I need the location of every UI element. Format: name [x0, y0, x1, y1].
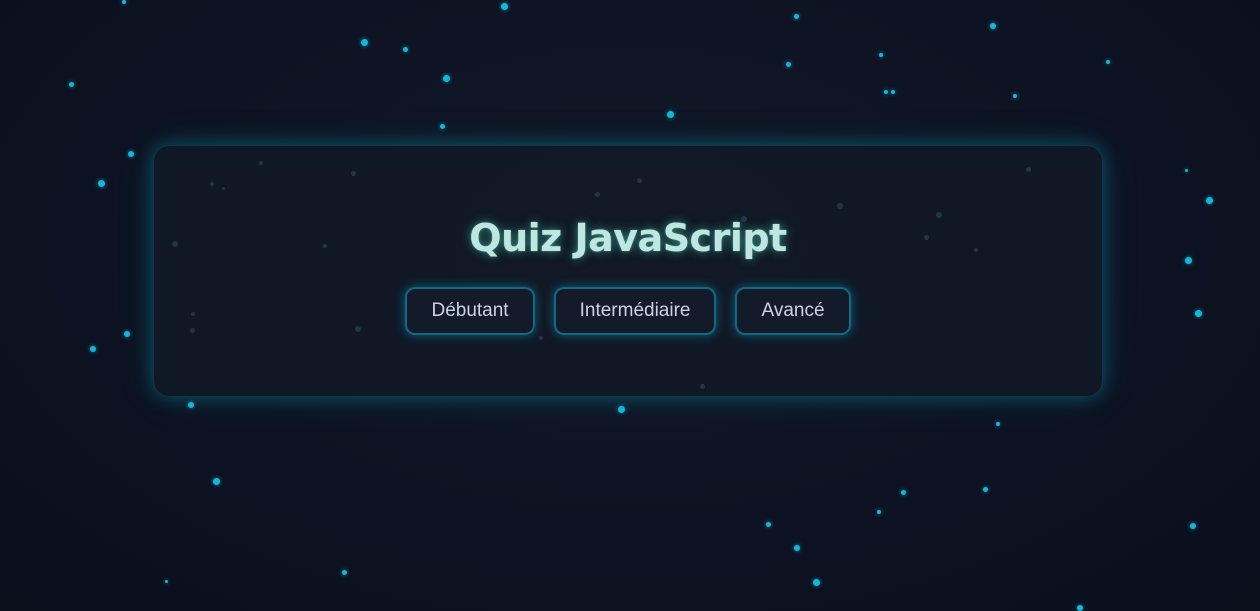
star-particle: [618, 406, 625, 413]
dim-particle: [259, 161, 263, 165]
star-particle: [1190, 523, 1196, 529]
dim-particle: [595, 192, 600, 197]
star-particle: [361, 39, 368, 46]
star-particle: [1106, 60, 1110, 64]
star-particle: [901, 490, 906, 495]
star-particle: [983, 487, 988, 492]
star-particle: [891, 90, 895, 94]
star-particle: [794, 545, 800, 551]
star-particle: [1195, 310, 1202, 317]
star-particle: [1206, 197, 1213, 204]
star-particle: [124, 331, 130, 337]
star-particle: [877, 510, 881, 514]
star-particle: [786, 62, 791, 67]
dim-particle: [700, 384, 705, 389]
star-particle: [440, 124, 445, 129]
star-particle: [879, 53, 883, 57]
star-particle: [884, 90, 888, 94]
star-particle: [766, 522, 771, 527]
level-selector: Débutant Intermédiaire Avancé: [154, 287, 1102, 335]
level-beginner-button[interactable]: Débutant: [405, 287, 535, 335]
star-particle: [1185, 169, 1188, 172]
star-particle: [98, 180, 105, 187]
star-particle: [501, 3, 508, 10]
dim-particle: [222, 187, 225, 190]
star-particle: [213, 478, 220, 485]
star-particle: [667, 111, 674, 118]
star-particle: [1013, 94, 1017, 98]
dim-particle: [351, 171, 356, 176]
star-particle: [165, 580, 168, 583]
star-particle: [443, 75, 450, 82]
quiz-card: Quiz JavaScript Débutant Intermédiaire A…: [153, 145, 1103, 397]
star-particle: [69, 82, 74, 87]
star-particle: [794, 14, 799, 19]
star-particle: [1185, 257, 1192, 264]
star-particle: [342, 570, 347, 575]
dim-particle: [637, 178, 642, 183]
star-particle: [1077, 605, 1083, 611]
star-particle: [90, 346, 96, 352]
dim-particle: [837, 203, 843, 209]
quiz-title: Quiz JavaScript: [469, 216, 787, 260]
dim-particle: [1026, 167, 1031, 172]
level-advanced-button[interactable]: Avancé: [735, 287, 851, 335]
star-particle: [122, 0, 126, 4]
star-particle: [188, 402, 194, 408]
level-intermediate-button[interactable]: Intermédiaire: [553, 287, 717, 335]
star-particle: [813, 579, 820, 586]
dim-particle: [210, 182, 214, 186]
dim-particle: [539, 336, 543, 340]
star-particle: [403, 47, 408, 52]
star-particle: [128, 151, 134, 157]
star-particle: [990, 23, 996, 29]
star-particle: [996, 422, 1000, 426]
